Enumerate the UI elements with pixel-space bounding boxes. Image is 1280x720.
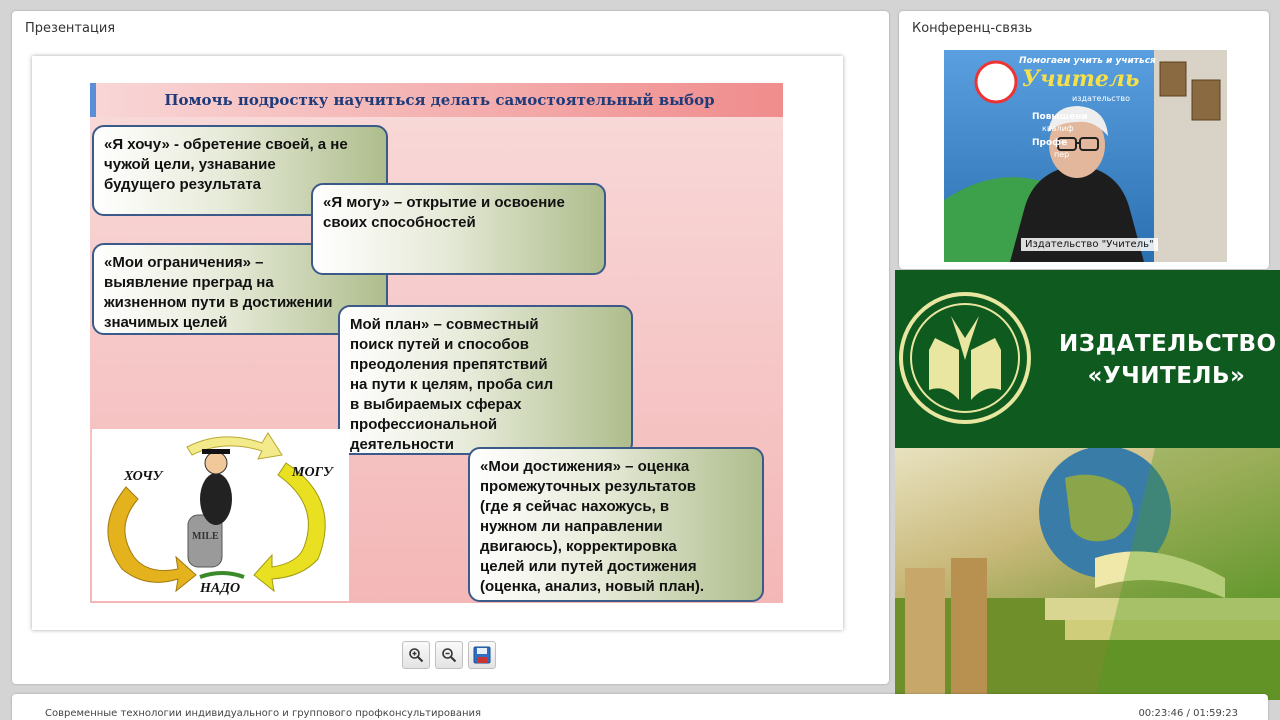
box-my-plan-text: Мой план» – совместный поиск путей и спо… xyxy=(350,316,554,453)
conference-panel: Конференц-связь Помогаем учить и учиться… xyxy=(899,11,1269,269)
save-button[interactable] xyxy=(468,641,496,669)
publisher-name-line-1: ИЗДАТЕЛЬСТВО xyxy=(1059,331,1277,357)
publisher-name: ИЗДАТЕЛЬСТВО «УЧИТЕЛЬ» xyxy=(1059,328,1277,392)
slide-toolbar xyxy=(402,641,496,669)
box-my-plan: Мой план» – совместный поиск путей и спо… xyxy=(338,305,633,455)
speaker-video[interactable]: Помогаем учить и учиться Учитель издател… xyxy=(944,50,1227,262)
banner-item-2-cont: пер xyxy=(1054,150,1070,159)
floppy-disk-icon xyxy=(473,646,491,664)
box-my-achievements: «Мои достижения» – оценка промежуточных … xyxy=(468,447,764,602)
footer-bar: Современные технологии индивидуального и… xyxy=(12,694,1268,720)
box-i-can: «Я могу» – открытие и освоение своих спо… xyxy=(311,183,606,275)
brand-header: ИЗДАТЕЛЬСТВО «УЧИТЕЛЬ» xyxy=(895,270,1280,448)
slide-viewport[interactable]: Помочь подростку научиться делать самост… xyxy=(32,56,843,630)
banner-subtitle: издательство xyxy=(1072,94,1130,103)
cycle-arrows-graphic xyxy=(107,432,326,593)
cycle-label-must: НАДО xyxy=(200,581,241,596)
playback-time: 00:23:46 / 01:59:23 xyxy=(1138,708,1238,719)
box-i-can-text: «Я могу» – открытие и освоение своих спо… xyxy=(323,194,565,231)
zoom-in-button[interactable] xyxy=(402,641,430,669)
banner-item-2: Профе xyxy=(1032,138,1068,148)
cycle-label-want: ХОЧУ xyxy=(124,469,163,484)
milestone-label: MILE xyxy=(192,531,219,542)
box-my-achievements-text: «Мои достижения» – оценка промежуточных … xyxy=(480,458,705,595)
want-can-must-cycle-illustration: ХОЧУ МОГУ НАДО MILE xyxy=(92,429,349,601)
presentation-panel: Презентация Помочь подростку научиться д… xyxy=(12,11,889,684)
banner-brand: Учитель xyxy=(1022,66,1140,92)
publisher-logo-icon xyxy=(899,292,1031,424)
conference-panel-title: Конференц-связь xyxy=(912,21,1033,36)
banner-tagline: Помогаем учить и учиться xyxy=(1019,56,1156,66)
slide-title-bar: Помочь подростку научиться делать самост… xyxy=(90,83,783,117)
zoom-out-icon xyxy=(442,648,457,663)
course-title: Современные технологии индивидуального и… xyxy=(45,708,482,719)
cycle-label-can: МОГУ xyxy=(292,465,333,480)
brand-panel: ИЗДАТЕЛЬСТВО «УЧИТЕЛЬ» xyxy=(895,270,1280,700)
banner-item-1-cont: квалиф xyxy=(1042,124,1074,133)
slide-title: Помочь подростку научиться делать самост… xyxy=(164,91,715,109)
books-globe-graphic xyxy=(895,446,1280,700)
publisher-name-line-2: «УЧИТЕЛЬ» xyxy=(1087,363,1246,389)
presentation-panel-title: Презентация xyxy=(25,21,116,36)
slide: Помочь подростку научиться делать самост… xyxy=(90,83,783,603)
zoom-in-icon xyxy=(409,648,424,663)
banner-item-1: Повышени xyxy=(1032,112,1088,122)
books-and-globe-image xyxy=(895,446,1280,700)
video-caption: Издательство "Учитель" xyxy=(1021,238,1158,251)
zoom-out-button[interactable] xyxy=(435,641,463,669)
